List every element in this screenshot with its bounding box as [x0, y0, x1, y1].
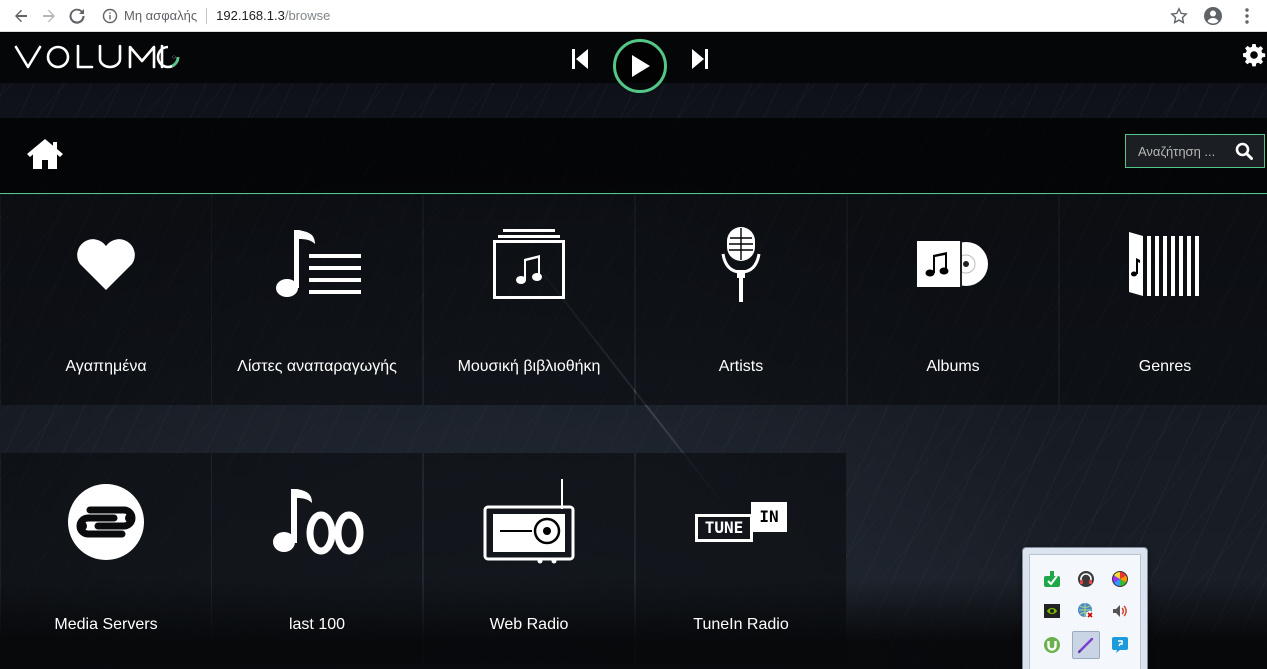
tile-label: Μουσική βιβλιοθήκη	[457, 358, 601, 375]
gear-icon	[1243, 44, 1266, 67]
tile-label: Albums	[926, 358, 980, 375]
tray-color-wheel[interactable]	[1106, 565, 1134, 593]
url-host: 192.168.1.3	[216, 8, 285, 23]
volumio-logo[interactable]	[14, 43, 186, 71]
address-bar[interactable]: Μη ασφαλής 192.168.1.3/browse	[102, 3, 1157, 29]
search-input[interactable]	[1126, 135, 1226, 167]
network-icon	[1078, 603, 1094, 619]
tunein-in-text: IN	[759, 507, 779, 526]
previous-track-button[interactable]	[568, 47, 592, 71]
last-100-icon	[273, 489, 364, 555]
tray-pen[interactable]	[1072, 631, 1100, 659]
back-arrow-icon	[15, 9, 27, 22]
tile-genres[interactable]: Genres	[1060, 195, 1267, 405]
url-path: /browse	[284, 8, 331, 23]
headset-icon	[1078, 571, 1094, 587]
profile-button[interactable]	[1201, 4, 1225, 28]
url-text[interactable]: 192.168.1.3/browse	[216, 8, 330, 23]
radio-icon	[483, 479, 575, 564]
info-icon[interactable]	[102, 8, 118, 24]
color-wheel-icon	[1112, 571, 1128, 587]
forward-button[interactable]	[38, 5, 60, 27]
browser-menu-button[interactable]	[1235, 4, 1259, 28]
heart-icon	[77, 239, 135, 290]
kebab-menu-icon	[1245, 7, 1249, 24]
tile-label: Αγαπημένα	[65, 358, 147, 375]
reload-button[interactable]	[66, 5, 88, 27]
skip-previous-icon	[572, 49, 588, 69]
reload-icon	[69, 8, 85, 24]
security-label: Μη ασφαλής	[124, 8, 198, 23]
pen-icon	[1077, 637, 1094, 654]
tunein-tune-text: TUNE	[704, 518, 744, 537]
tile-media-servers[interactable]: Media Servers	[1, 453, 211, 663]
album-icon	[917, 241, 988, 287]
browse-toolbar	[0, 118, 1267, 194]
tile-label: last 100	[288, 616, 346, 633]
back-button[interactable]	[10, 5, 32, 27]
tray-headset[interactable]	[1072, 565, 1100, 593]
settings-button[interactable]	[1242, 43, 1266, 67]
app-header	[0, 33, 1267, 93]
nvidia-icon	[1044, 604, 1060, 618]
tile-label: Genres	[1138, 358, 1192, 375]
tunein-icon: IN TUNE	[636, 477, 846, 567]
system-tray-popup	[1022, 547, 1148, 669]
green-download-icon	[1044, 571, 1060, 587]
forward-arrow-icon	[43, 9, 55, 22]
next-track-button[interactable]	[688, 47, 712, 71]
utorrent-icon	[1044, 637, 1060, 653]
address-separator	[206, 7, 208, 24]
tile-last-100[interactable]: last 100	[212, 453, 422, 663]
play-icon	[632, 55, 650, 77]
music-library-icon	[493, 229, 565, 299]
tile-favourites[interactable]: Αγαπημένα	[1, 195, 211, 405]
tile-web-radio[interactable]: Web Radio	[424, 453, 634, 663]
playlist-icon	[276, 230, 361, 297]
chat-icon	[1112, 637, 1128, 653]
tray-chat[interactable]	[1106, 631, 1134, 659]
browser-actions	[1157, 4, 1259, 28]
bookmark-button[interactable]	[1167, 4, 1191, 28]
tray-icon-panel	[1029, 554, 1141, 669]
tile-label: TuneIn Radio	[693, 616, 789, 633]
microphone-icon	[721, 227, 761, 302]
home-button[interactable]	[26, 137, 64, 173]
genres-icon	[1129, 232, 1199, 296]
tile-label: Media Servers	[54, 616, 158, 633]
tunein-tune-box: TUNE	[695, 514, 753, 542]
tray-nvidia[interactable]	[1038, 597, 1066, 625]
tray-utorrent[interactable]	[1038, 631, 1066, 659]
tile-label: Web Radio	[489, 616, 569, 633]
volumio-app: Αγαπημένα Λίστες αναπαραγωγής Μουσική βι…	[0, 33, 1267, 669]
media-servers-icon	[68, 484, 144, 560]
tile-playlists[interactable]: Λίστες αναπαραγωγής	[212, 195, 422, 405]
search-button[interactable]	[1226, 135, 1262, 167]
home-icon	[27, 139, 63, 169]
tunein-in-box: IN	[751, 502, 787, 532]
tile-label: Artists	[718, 358, 764, 375]
tray-network[interactable]	[1072, 597, 1100, 625]
tray-volume[interactable]	[1106, 597, 1134, 625]
volumio-logo-icon	[14, 44, 180, 69]
search-icon	[1235, 142, 1253, 160]
browser-toolbar: Μη ασφαλής 192.168.1.3/browse	[0, 0, 1267, 32]
star-icon	[1170, 6, 1188, 24]
speaker-icon	[1113, 605, 1127, 617]
search-box	[1125, 134, 1265, 168]
tray-green-download[interactable]	[1038, 565, 1066, 593]
tile-label: Λίστες αναπαραγωγής	[237, 358, 397, 375]
tile-music-library[interactable]: Μουσική βιβλιοθήκη	[424, 195, 634, 405]
tile-artists[interactable]: Artists	[636, 195, 846, 405]
tile-albums[interactable]: Albums	[848, 195, 1058, 405]
tunein-logo: IN TUNE	[695, 502, 787, 542]
tile-tunein-radio[interactable]: IN TUNE TuneIn Radio	[636, 453, 846, 663]
play-button[interactable]	[613, 39, 667, 93]
playback-controls	[568, 37, 718, 93]
skip-next-icon	[692, 49, 708, 69]
account-icon	[1204, 6, 1222, 25]
